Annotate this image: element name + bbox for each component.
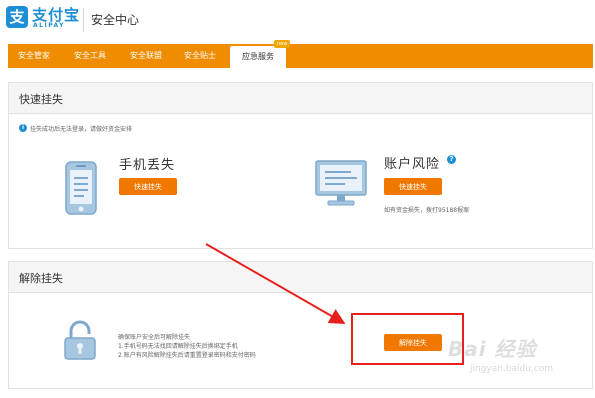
baidu-watermark-url: jingyan.baidu.com: [470, 364, 554, 374]
baidu-watermark-logo: Bai 经验: [448, 337, 537, 361]
